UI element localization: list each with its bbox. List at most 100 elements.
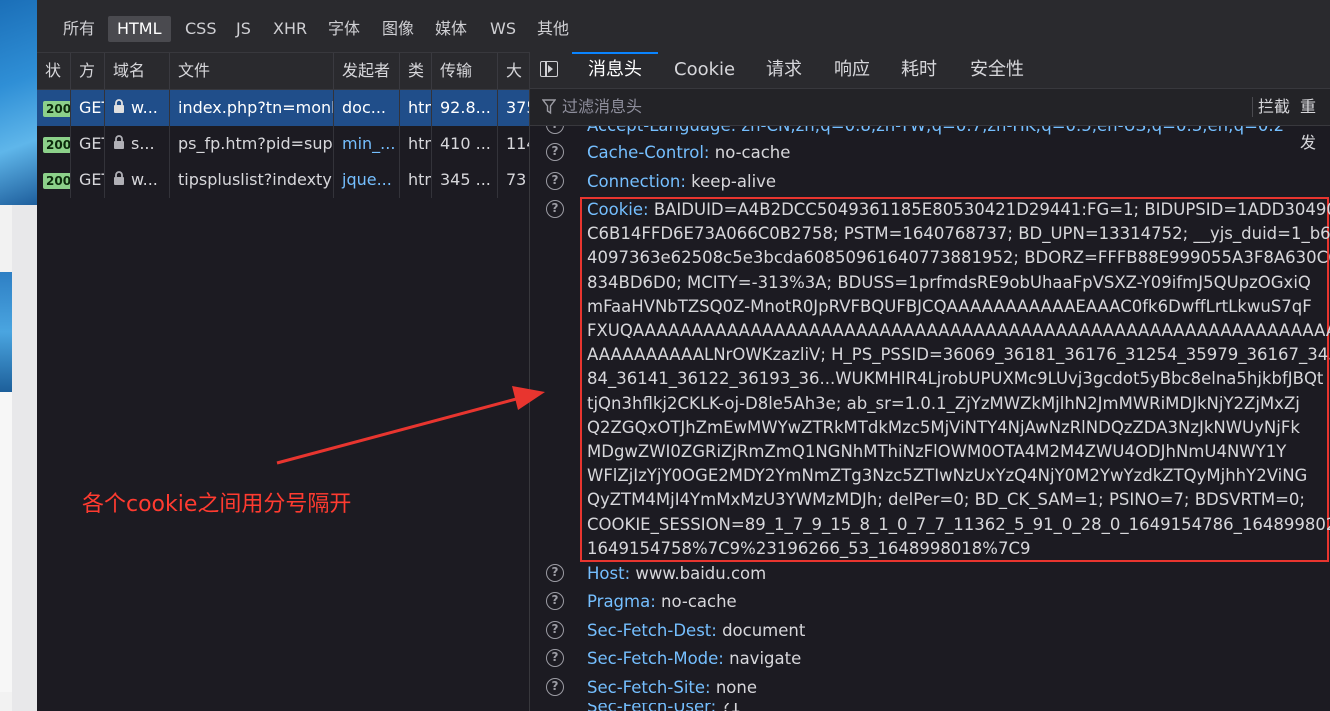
method-cell: GET [71,162,105,198]
header-row[interactable]: ? Sec-Fetch-Site: none [530,676,1330,702]
header-name: Sec-Fetch-Dest: [587,621,717,640]
toolbar-separator [1252,97,1253,117]
filter-tab-js[interactable]: JS [236,16,251,42]
header-value: document [722,621,806,640]
header-value: no-cache [661,592,737,611]
filter-tab-all[interactable]: 所有 [63,16,95,42]
tab-cookies[interactable]: Cookie [674,52,735,88]
column-size[interactable]: 大 [498,53,530,89]
header-name: Cache-Control: [587,143,710,162]
column-method[interactable]: 方 [71,53,105,89]
column-initiator[interactable]: 发起者 [334,53,400,89]
header-row[interactable]: ? Sec-Fetch-Dest: document [530,619,1330,645]
cookie-line: AAAAAAAAAALNrOWKzazliV; H_PS_PSSID=36069… [587,345,1330,365]
header-row[interactable]: ? Pragma: no-cache [530,590,1330,616]
cookie-value: Cookie: BAIDUID=A4B2DCC5049361185E805304… [587,198,1330,561]
tab-headers[interactable]: 消息头 [588,52,642,88]
domain-text: w... [131,98,158,117]
method-cell: GET [71,126,105,162]
help-icon[interactable]: ? [546,678,564,696]
filter-headers-input[interactable]: 过滤消息头 [562,89,642,125]
transferred-cell: 92.8... [432,90,498,126]
help-icon[interactable]: ? [546,143,564,161]
header-row[interactable]: ? Host: www.baidu.com [530,562,1330,588]
type-cell: htm [400,162,432,198]
file-cell: tipspluslist?indextyp [170,162,334,198]
cookie-line: 84_36141_36122_36193_36...WUKMHlR4LjrobU… [587,369,1324,389]
header-value: keep-alive [691,172,777,191]
cookie-line: FXUQAAAAAAAAAAAAAAAAAAAAAAAAAAAAAAAAAAAA… [587,321,1330,341]
cookie-line: mFaaHVNbTZSQ0Z-MnotR0JpRVFBQUFBJCQAAAAAA… [587,296,1312,316]
block-button[interactable]: 拦截 [1258,89,1290,125]
tab-security[interactable]: 安全性 [970,52,1024,88]
type-cell: htm [400,126,432,162]
header-name: Sec-Fetch-Mode: [587,649,724,668]
column-status[interactable]: 状 [37,53,71,89]
status-cell: 200 [37,90,71,126]
column-file[interactable]: 文件 [170,53,334,89]
domain-cell: w... [105,162,170,198]
filter-tab-html[interactable]: HTML [108,16,171,42]
header-row[interactable]: ? Sec-Fetch-Mode: navigate [530,647,1330,673]
column-domain[interactable]: 域名 [105,53,170,89]
help-icon[interactable]: ? [546,172,564,190]
header-name: Pragma: [587,592,656,611]
header-name: Sec-Fetch-User: [587,703,716,711]
tab-request[interactable]: 请求 [766,52,802,88]
background-panel [12,205,37,711]
domain-text: s... [131,134,155,153]
header-value: no-cache [714,143,791,162]
filter-tab-media[interactable]: 媒体 [435,16,467,42]
size-cell: 375 [506,98,530,117]
column-transferred[interactable]: 传输 [432,53,498,89]
status-cell: 200 [37,162,71,198]
filter-tab-ws[interactable]: WS [490,16,516,42]
lock-icon [113,163,125,199]
help-icon[interactable]: ? [546,126,564,134]
help-icon[interactable]: ? [546,621,564,639]
request-row[interactable]: 200 GET w... tipspluslist?indextyp jque.… [37,162,530,198]
help-icon[interactable]: ? [546,200,564,218]
background-panel [0,392,12,692]
header-name: Sec-Fetch-Site: [587,678,711,697]
detail-tab-bar: 消息头 Cookie 请求 响应 耗时 安全性 [530,52,1330,89]
header-value: navigate [729,649,802,668]
domain-cell: w... [105,90,170,126]
filter-tab-xhr[interactable]: XHR [273,16,307,42]
background-image [0,272,12,392]
cookie-line: 1649154758%7C9%23196266_53_1648998018%7C… [587,538,1031,558]
initiator-link[interactable]: jque... [334,162,400,198]
method-cell: GET [71,90,105,126]
help-icon[interactable]: ? [546,564,564,582]
filter-tab-images[interactable]: 图像 [382,16,414,42]
toggle-sidebar-icon[interactable] [540,61,558,77]
header-row[interactable]: Sec-Fetch-User: ?1 [530,703,1330,711]
lock-icon [113,127,125,163]
column-type[interactable]: 类 [400,53,432,89]
cookie-line: WFlZjIzYjY0OGE2MDY2YmNmZTg3Nzc5ZTIwNzUxY… [587,466,1308,486]
file-cell: index.php?tn=monl [170,90,334,126]
filter-tab-fonts[interactable]: 字体 [328,16,360,42]
request-row[interactable]: 200 GET w... index.php?tn=monl doc... ht… [37,90,530,126]
header-value: www.baidu.com [635,564,767,583]
transferred-cell: 345 ... [432,162,498,198]
initiator-cell: doc... [334,90,400,126]
request-list-header: 状 方 域名 文件 发起者 类 传输 大 [37,53,530,90]
status-cell: 200 [37,126,71,162]
header-name: Host: [587,564,631,583]
request-row[interactable]: 200 GET s... ps_fp.htm?pid=supe min_... … [37,126,530,162]
filter-icon [541,99,557,119]
tab-response[interactable]: 响应 [834,52,870,88]
transferred-cell: 410 ... [432,126,498,162]
cookie-line: MDgwZWI0ZGRiZjRmZmQ1NGNhMThiNzFlOWM0OTA4… [587,442,1287,462]
status-badge: 200 [43,136,70,153]
tab-timings[interactable]: 耗时 [901,52,937,88]
status-badge: 200 [43,100,70,117]
cookie-line: tjQn3hflkj2CKLK-oj-D8le5Ah3e; ab_sr=1.0.… [587,393,1300,413]
header-name: Connection: [587,172,686,191]
filter-tab-css[interactable]: CSS [185,16,216,42]
initiator-link[interactable]: min_... [334,126,400,162]
help-icon[interactable]: ? [546,649,564,667]
filter-tab-other[interactable]: 其他 [537,16,569,42]
help-icon[interactable]: ? [546,592,564,610]
